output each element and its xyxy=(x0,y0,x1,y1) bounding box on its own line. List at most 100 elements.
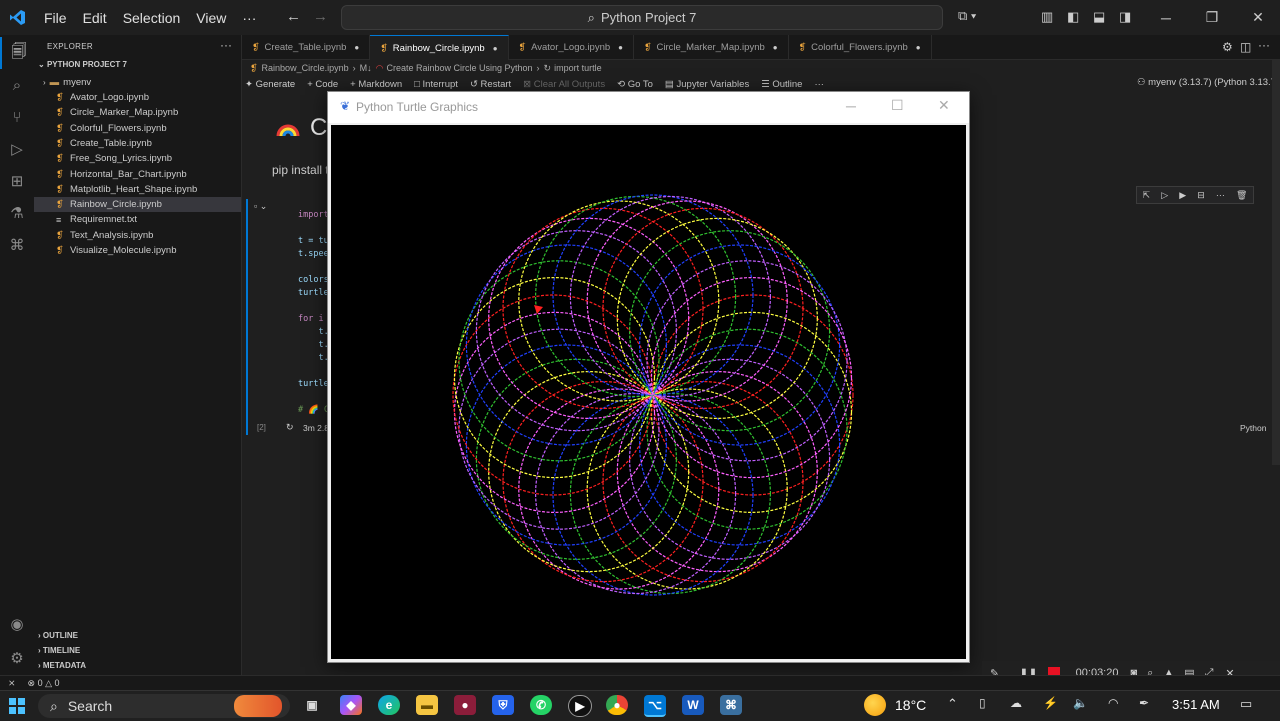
whatsapp-icon[interactable]: ✆ xyxy=(530,695,552,715)
extensions-icon[interactable]: ⊞ xyxy=(0,165,34,197)
python-icon[interactable]: ⌘ xyxy=(0,229,34,261)
file-item[interactable]: ❡ Colorful_Flowers.ipynb xyxy=(34,121,241,136)
cell-run-gutter[interactable]: ▫ ⌄ xyxy=(254,201,267,212)
file-item[interactable]: ❡ Text_Analysis.ipynb xyxy=(34,228,241,243)
tray-chevron-icon[interactable]: ⌃ xyxy=(947,696,958,712)
settings-gear-icon[interactable]: ⚙ xyxy=(0,642,34,674)
copilot-icon[interactable]: ⧉ ▾ xyxy=(958,8,976,24)
python-app-icon[interactable]: ⌘ xyxy=(720,695,742,715)
editor-tab[interactable]: ❡ Avator_Logo.ipynb ● xyxy=(509,35,634,59)
vscode-taskbar-icon[interactable]: ⌥ xyxy=(644,695,666,717)
editor-settings-icon[interactable]: ⚙ xyxy=(1222,40,1233,54)
file-item[interactable]: ❡ Free_Song_Lyrics.ipynb xyxy=(34,151,241,166)
file-item[interactable]: ❡ Visualize_Molecule.ipynb xyxy=(34,243,241,258)
temperature[interactable]: 18°C xyxy=(895,697,926,713)
editor-tab[interactable]: ❡ Rainbow_Circle.ipynb ● xyxy=(370,35,509,60)
toolbar-more-button[interactable]: ··· xyxy=(814,79,824,90)
menu-selection[interactable]: Selection xyxy=(115,10,189,26)
turtle-close-button[interactable]: ✕ xyxy=(938,97,950,114)
menu-edit[interactable]: Edit xyxy=(75,10,115,26)
clock[interactable]: 3:51 AM xyxy=(1172,697,1220,712)
file-item[interactable]: ❡ Rainbow_Circle.ipynb xyxy=(34,197,241,213)
modified-dot-icon[interactable]: ● xyxy=(618,43,623,52)
command-center[interactable]: ⌕ Python Project 7 xyxy=(341,5,943,30)
add-markdown-button[interactable]: + Markdown xyxy=(350,79,402,90)
copilot-app-icon[interactable]: ◆ xyxy=(340,695,362,715)
minimize-button[interactable]: ─ xyxy=(1143,0,1189,35)
jupyter-variables-button[interactable]: ▤ Jupyter Variables xyxy=(665,79,749,90)
breadcrumb-cell[interactable]: Create Rainbow Circle Using Python xyxy=(386,63,532,73)
add-code-button[interactable]: + Code xyxy=(307,79,338,90)
sidebar-more-icon[interactable]: ··· xyxy=(220,38,232,52)
restore-button[interactable]: ❐ xyxy=(1189,0,1235,35)
notification-icon[interactable]: ▭ xyxy=(1240,696,1252,712)
primary-sidebar-icon[interactable]: ◧ xyxy=(1067,9,1079,25)
remote-icon[interactable]: ⨯ xyxy=(8,678,16,689)
breadcrumb-symbol[interactable]: import turtle xyxy=(554,63,602,73)
timeline-section[interactable]: › TIMELINE xyxy=(38,646,80,655)
file-explorer-icon[interactable]: ▬ xyxy=(416,695,438,715)
media-player-icon[interactable]: ▶ xyxy=(568,695,592,717)
edge-browser-icon[interactable]: e xyxy=(378,695,400,715)
tray-app-icon[interactable]: ▯ xyxy=(979,696,986,710)
secondary-sidebar-icon[interactable]: ◨ xyxy=(1119,9,1131,25)
task-view-icon[interactable]: ▣ xyxy=(301,695,323,715)
turtle-minimize-button[interactable]: ─ xyxy=(846,98,856,114)
explorer-icon[interactable]: 🗐 xyxy=(0,37,36,69)
file-item[interactable]: ❡ Circle_Marker_Map.ipynb xyxy=(34,105,241,120)
interrupt-button[interactable]: □ Interrupt xyxy=(414,79,458,90)
layout-toggle-icon[interactable]: ▥ xyxy=(1041,9,1053,25)
onedrive-icon[interactable]: ☁ xyxy=(1010,696,1022,710)
problems-indicator[interactable]: ⊗ 0 △ 0 xyxy=(28,678,60,689)
file-item[interactable]: ❡ Matplotlib_Heart_Shape.ipynb xyxy=(34,182,241,197)
modified-dot-icon[interactable]: ● xyxy=(773,43,778,52)
restart-button[interactable]: ↺ Restart xyxy=(470,79,511,90)
turtle-title-bar[interactable]: ❦ Python Turtle Graphics ─ ☐ ✕ xyxy=(328,92,969,123)
clear-outputs-button[interactable]: ⊠ Clear All Outputs xyxy=(523,79,605,90)
modified-dot-icon[interactable]: ● xyxy=(916,43,921,52)
source-control-icon[interactable]: ⑂ xyxy=(0,101,34,133)
modified-dot-icon[interactable]: ● xyxy=(493,44,498,53)
editor-tab[interactable]: ❡ Colorful_Flowers.ipynb ● xyxy=(789,35,932,59)
menu-more[interactable]: ··· xyxy=(234,10,264,26)
turtle-maximize-button[interactable]: ☐ xyxy=(891,97,904,114)
account-icon[interactable]: ◉ xyxy=(0,608,34,640)
modified-dot-icon[interactable]: ● xyxy=(354,43,359,52)
editor-scrollbar[interactable] xyxy=(1272,60,1280,465)
search-icon[interactable]: ⌕ xyxy=(0,69,34,101)
project-header[interactable]: ⌄ PYTHON PROJECT 7 xyxy=(38,60,127,69)
file-item[interactable]: ≡ Requiremnet.txt xyxy=(34,212,241,227)
run-debug-icon[interactable]: ▷ xyxy=(0,133,34,165)
close-button[interactable]: ✕ xyxy=(1235,0,1280,35)
panel-toggle-icon[interactable]: ⬓ xyxy=(1093,9,1105,25)
editor-more-icon[interactable]: ··· xyxy=(1258,38,1270,52)
volume-icon[interactable]: 🔈 xyxy=(1073,696,1088,710)
outline-section[interactable]: › OUTLINE xyxy=(38,631,78,640)
screen-recorder-app-icon[interactable]: ● xyxy=(454,695,476,715)
generate-button[interactable]: ✦ Generate xyxy=(245,79,295,90)
windows-start-icon[interactable] xyxy=(9,698,25,714)
split-editor-icon[interactable]: ◫ xyxy=(1240,40,1251,54)
file-item[interactable]: ❡ Horizontal_Bar_Chart.ipynb xyxy=(34,167,241,182)
goto-button[interactable]: ⟲ Go To xyxy=(617,79,653,90)
file-item[interactable]: ❡ Create_Table.ipynb xyxy=(34,136,241,151)
back-arrow-icon[interactable]: ← xyxy=(286,8,301,25)
menu-view[interactable]: View xyxy=(188,10,234,26)
editor-tab[interactable]: ❡ Circle_Marker_Map.ipynb ● xyxy=(634,35,789,59)
defender-icon[interactable]: ⛨ xyxy=(492,695,514,715)
wifi-icon[interactable]: ◠ xyxy=(1108,696,1118,710)
kernel-picker[interactable]: ⚇ myenv (3.13.7) (Python 3.13.7) xyxy=(1137,77,1279,88)
forward-arrow-icon[interactable]: → xyxy=(313,8,328,25)
editor-tab[interactable]: ❡ Create_Table.ipynb ● xyxy=(242,35,371,59)
metadata-section[interactable]: › METADATA xyxy=(38,661,86,670)
tray-bluetooth-icon[interactable]: ⚡ xyxy=(1043,696,1058,710)
breadcrumb-file[interactable]: Rainbow_Circle.ipynb xyxy=(262,63,349,73)
outline-button[interactable]: ☰ Outline xyxy=(761,79,802,90)
turtle-canvas[interactable] xyxy=(331,125,966,659)
pen-tray-icon[interactable]: ✒ xyxy=(1139,696,1149,710)
cell-language[interactable]: Python xyxy=(1240,423,1266,433)
word-icon[interactable]: W xyxy=(682,695,704,715)
testing-icon[interactable]: ⚗ xyxy=(0,197,34,229)
taskbar-search-box[interactable]: ⌕ Search xyxy=(38,694,290,718)
file-item[interactable]: ❡ Avator_Logo.ipynb xyxy=(34,90,241,105)
